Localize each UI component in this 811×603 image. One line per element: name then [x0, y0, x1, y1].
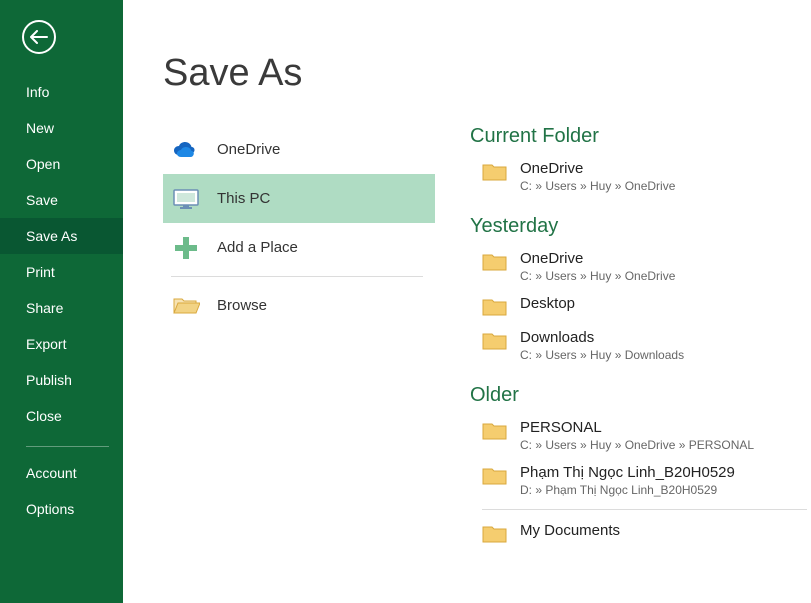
folder-item[interactable]: Downloads C: » Users » Huy » Downloads — [470, 325, 807, 370]
location-this-pc[interactable]: This PC — [163, 174, 435, 223]
sidebar-menu: Info New Open Save Save As Print Share E… — [0, 74, 123, 434]
sidebar-bottom-menu: Account Options — [0, 455, 123, 527]
back-button[interactable] — [22, 20, 56, 54]
columns: OneDrive This PC — [123, 125, 811, 552]
folder-name: Downloads — [520, 329, 684, 347]
folder-icon — [482, 162, 508, 182]
onedrive-icon — [171, 135, 201, 165]
location-label: This PC — [217, 190, 270, 207]
folder-path: C: » Users » Huy » Downloads — [520, 348, 684, 362]
location-label: Add a Place — [217, 239, 298, 256]
sidebar-item-save[interactable]: Save — [0, 182, 123, 218]
location-label: Browse — [217, 297, 267, 314]
sidebar-separator — [26, 446, 109, 447]
folder-path: C: » Users » Huy » OneDrive — [520, 269, 675, 283]
folder-path: C: » Users » Huy » OneDrive — [520, 179, 675, 193]
this-pc-icon — [171, 184, 201, 214]
folder-item[interactable]: OneDrive C: » Users » Huy » OneDrive — [470, 246, 807, 291]
sidebar-item-open[interactable]: Open — [0, 146, 123, 182]
folder-icon — [482, 466, 508, 486]
location-browse[interactable]: Browse — [163, 281, 435, 330]
sidebar-item-account[interactable]: Account — [0, 455, 123, 491]
browse-folder-icon — [171, 291, 201, 321]
folder-name: Phạm Thị Ngọc Linh_B20H0529 — [520, 464, 735, 482]
folder-icon — [482, 331, 508, 351]
arrow-left-icon — [30, 30, 48, 44]
location-label: OneDrive — [217, 141, 280, 158]
group-older: Older PERSONAL C: » Users » Huy » OneDri… — [470, 384, 807, 505]
group-yesterday: Yesterday OneDrive C: » Users » Huy » On… — [470, 215, 807, 370]
folder-icon — [482, 524, 508, 544]
folder-item[interactable]: Desktop — [470, 291, 807, 325]
folder-icon — [482, 297, 508, 317]
sidebar-item-close[interactable]: Close — [0, 398, 123, 434]
folder-item[interactable]: My Documents — [470, 518, 807, 552]
add-place-icon — [171, 233, 201, 263]
folder-item[interactable]: OneDrive C: » Users » Huy » OneDrive — [470, 156, 807, 201]
folder-item[interactable]: Phạm Thị Ngọc Linh_B20H0529 D: » Phạm Th… — [470, 460, 807, 505]
sidebar-item-info[interactable]: Info — [0, 74, 123, 110]
group-title: Older — [470, 384, 807, 407]
folder-item[interactable]: PERSONAL C: » Users » Huy » OneDrive » P… — [470, 415, 807, 460]
sidebar-item-new[interactable]: New — [0, 110, 123, 146]
folder-name: PERSONAL — [520, 419, 754, 437]
folder-name: Desktop — [520, 295, 575, 313]
locations-list: OneDrive This PC — [123, 125, 435, 552]
sidebar-item-print[interactable]: Print — [0, 254, 123, 290]
folder-icon — [482, 421, 508, 441]
page-title: Save As — [163, 52, 811, 95]
backstage-sidebar: Info New Open Save Save As Print Share E… — [0, 0, 123, 603]
sidebar-item-share[interactable]: Share — [0, 290, 123, 326]
group-title: Yesterday — [470, 215, 807, 238]
older-separator — [482, 509, 807, 510]
main-pane: Save As OneDrive — [123, 0, 811, 603]
location-onedrive[interactable]: OneDrive — [163, 125, 435, 174]
sidebar-item-export[interactable]: Export — [0, 326, 123, 362]
group-title: Current Folder — [470, 125, 807, 148]
sidebar-item-options[interactable]: Options — [0, 491, 123, 527]
recent-folders-pane: Current Folder OneDrive C: » Users » Huy… — [435, 125, 811, 552]
folder-name: OneDrive — [520, 250, 675, 268]
folder-path: D: » Phạm Thị Ngọc Linh_B20H0529 — [520, 483, 735, 497]
group-current-folder: Current Folder OneDrive C: » Users » Huy… — [470, 125, 807, 201]
folder-name: My Documents — [520, 522, 620, 540]
folder-name: OneDrive — [520, 160, 675, 178]
locations-separator — [171, 276, 423, 277]
sidebar-item-publish[interactable]: Publish — [0, 362, 123, 398]
folder-path: C: » Users » Huy » OneDrive » PERSONAL — [520, 438, 754, 452]
folder-icon — [482, 252, 508, 272]
location-add-place[interactable]: Add a Place — [163, 223, 435, 272]
sidebar-item-save-as[interactable]: Save As — [0, 218, 123, 254]
